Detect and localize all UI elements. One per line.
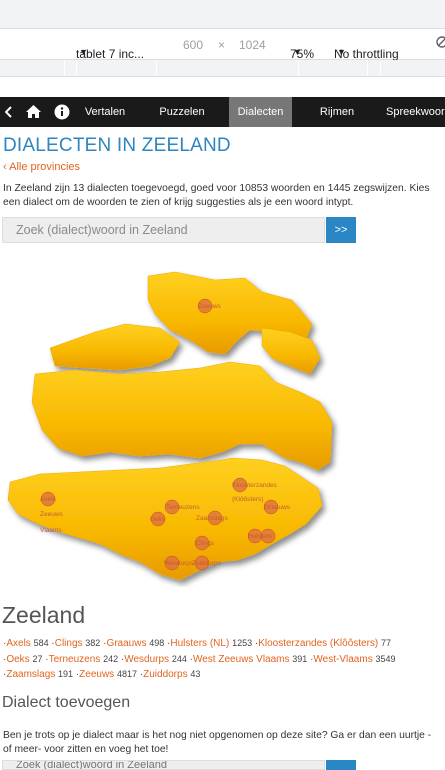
dialect-link[interactable]: Axels <box>6 638 30 649</box>
nav-item-vertalen[interactable]: Vertalen <box>76 97 134 127</box>
search-input-bottom[interactable] <box>2 760 325 770</box>
dropdown-arrow-icon: ▼ <box>337 47 346 57</box>
nav-item-spreekwoorden[interactable]: Spreekwoorden <box>380 97 445 127</box>
devtools-device-toolbar: tablet 7 inc... ▼ 600 × 1024 75% ▼ No thro… <box>0 0 445 61</box>
map-label-zuiddorps: Zuiddorps <box>192 560 222 567</box>
dropdown-arrow-icon: ▼ <box>293 47 302 57</box>
dialect-link[interactable]: Zeeuws <box>79 669 114 680</box>
times-sign: × <box>218 38 226 52</box>
island-walcheren-beveland <box>31 361 333 471</box>
home-icon <box>26 105 41 118</box>
search-button[interactable]: >> <box>326 217 356 243</box>
dialect-count: 4817 <box>116 669 137 679</box>
dialect-list: ·Axels 584 ·Clings 382 ·Graauws 498 ·Hul… <box>3 638 396 680</box>
search-input[interactable] <box>2 217 325 243</box>
dialect-count: 191 <box>58 669 74 679</box>
nav-back-button[interactable] <box>0 97 18 127</box>
nav-item-rijmen[interactable]: Rijmen <box>312 97 362 127</box>
dialect-link[interactable]: Clings <box>55 638 83 649</box>
map-label-zeeuws-2: Zeeuws <box>40 511 64 518</box>
dialect-count: 3549 <box>375 653 396 664</box>
dialect-link[interactable]: West Zeeuws Vlaams <box>193 654 290 665</box>
width-input[interactable]: 600 <box>183 38 203 52</box>
dropdown-arrow-icon: ▼ <box>79 47 88 57</box>
chevron-left-icon <box>5 106 12 118</box>
devtools-top-strip <box>0 0 445 26</box>
map-label-clings: Clings <box>196 540 215 547</box>
map-label-hulsters: Hulsters <box>248 533 273 540</box>
dialect-link[interactable]: Hulsters (NL) <box>170 638 229 649</box>
map-label-graauws: Graauws <box>264 504 291 511</box>
dialect-count: 242 <box>103 653 119 664</box>
height-input[interactable]: 1024 <box>239 38 266 52</box>
add-dialect-text: Ben je trots op je dialect maar is het n… <box>3 730 432 755</box>
page-title: DIALECTEN IN ZEELAND <box>3 135 231 156</box>
device-toolbar-row: tablet 7 inc... ▼ 600 × 1024 75% ▼ No thro… <box>0 28 445 61</box>
dialect-link[interactable]: West-Vlaams <box>313 654 372 665</box>
map-label-kloosterzandes: Kloosterzandes <box>232 482 278 489</box>
dialect-count: 391 <box>292 653 308 664</box>
dialect-count: 498 <box>149 638 165 648</box>
dialect-link[interactable]: Kloosterzandes (Klôôsters) <box>258 638 378 649</box>
dialect-count: 382 <box>85 638 101 648</box>
dialect-count: 244 <box>171 653 187 664</box>
info-icon <box>54 104 70 120</box>
dialect-count: 584 <box>33 638 49 648</box>
dialect-link[interactable]: Graauws <box>106 638 146 649</box>
dialect-link[interactable]: Wesdurps <box>124 654 169 665</box>
nav-home-button[interactable] <box>20 97 46 127</box>
site-nav: Vertalen Puzzelen Dialecten Rijmen Spree… <box>0 97 445 127</box>
dialect-link[interactable]: Zaamslags <box>6 669 55 680</box>
map-label-terneuzens: Terneuzens <box>166 504 200 511</box>
map-label-zaamslags: Zaamslags <box>196 515 229 522</box>
dialect-link[interactable]: Terneuzens <box>49 654 101 665</box>
map-label-oeks: Oeks <box>150 516 166 523</box>
intro-text: In Zeeland zijn 13 dialecten toegevoegd,… <box>3 183 430 208</box>
nav-info-button[interactable] <box>50 97 74 127</box>
dialect-count: 77 <box>381 638 392 648</box>
island-noord-beveland <box>49 323 181 371</box>
map-label-kloosters: (Klôôsters) <box>232 496 263 503</box>
map-label-wesdurps: Wesdurps <box>164 560 194 567</box>
dialect-link[interactable]: Oeks <box>6 654 29 665</box>
nav-item-dialecten[interactable]: Dialecten <box>229 97 292 127</box>
island-tholen <box>261 327 321 375</box>
dialect-count: 43 <box>190 669 201 679</box>
dialect-count: 27 <box>32 653 43 664</box>
province-heading: Zeeland <box>2 602 86 628</box>
back-to-provinces-link[interactable]: ‹ Alle provincies <box>3 161 80 173</box>
search-button-bottom[interactable] <box>326 760 356 770</box>
dialect-link[interactable]: Zuiddorps <box>143 669 187 680</box>
media-query-ruler <box>0 60 445 77</box>
map-label-axels: Axels <box>40 496 57 503</box>
add-dialect-heading: Dialect toevoegen <box>2 694 131 711</box>
map-label-zeeuws: Zeeuws <box>198 303 222 310</box>
nav-item-puzzelen[interactable]: Puzzelen <box>152 97 212 127</box>
zeeland-map: Zeeuws Kloosterzandes (Klôôsters) Axels … <box>7 271 333 581</box>
map-label-vlaams: Vlaams <box>40 527 62 534</box>
dialect-count: 1253 <box>232 638 253 648</box>
rotate-icon[interactable] <box>436 35 445 52</box>
